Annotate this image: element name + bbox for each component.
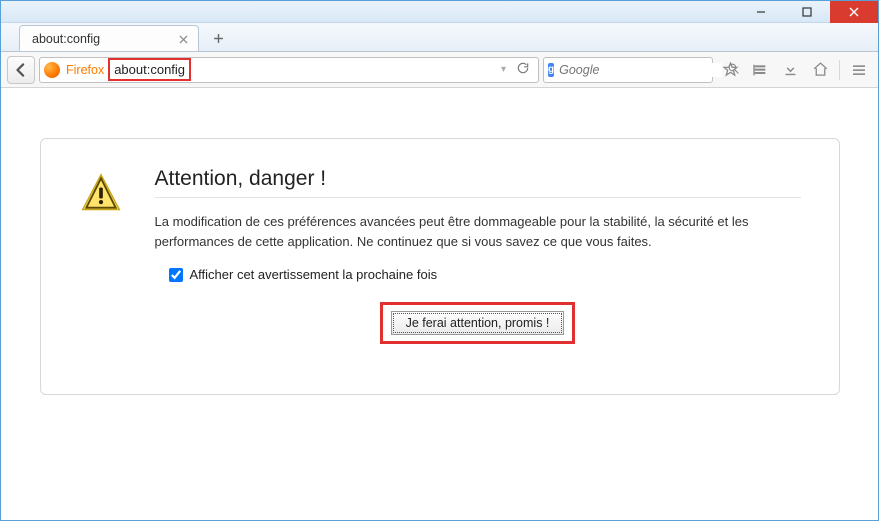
warning-panel: Attention, danger ! La modification de c… (40, 138, 840, 395)
google-search-engine-icon[interactable]: g (548, 63, 554, 77)
bookmark-star-button[interactable] (717, 57, 743, 83)
identity-label: Firefox (66, 63, 104, 77)
accept-risk-button[interactable]: Je ferai attention, promis ! (391, 311, 565, 335)
menu-button[interactable] (846, 57, 872, 83)
tab-close-icon[interactable] (176, 32, 190, 46)
search-bar[interactable]: g (543, 57, 713, 83)
window-close-button[interactable] (830, 1, 878, 23)
library-button[interactable] (747, 57, 773, 83)
new-tab-button[interactable] (205, 27, 231, 49)
show-warning-checkbox-label[interactable]: Afficher cet avertissement la prochaine … (190, 267, 438, 282)
url-text[interactable]: about:config (114, 62, 185, 77)
warning-text: La modification de ces préférences avanc… (155, 212, 801, 251)
warning-title: Attention, danger ! (155, 167, 801, 198)
show-warning-checkbox[interactable] (169, 268, 183, 282)
warning-body: Attention, danger ! La modification de c… (155, 167, 801, 344)
search-input[interactable] (559, 63, 722, 77)
window-minimize-button[interactable] (738, 1, 784, 23)
back-button[interactable] (7, 56, 35, 84)
url-bar[interactable]: Firefox about:config ▾ (39, 57, 539, 83)
browser-tab[interactable]: about:config (19, 25, 199, 51)
window-maximize-button[interactable] (784, 1, 830, 23)
toolbar-separator (839, 60, 840, 80)
tab-title: about:config (32, 32, 100, 46)
page-content: Attention, danger ! La modification de c… (1, 88, 878, 520)
warning-icon (79, 167, 127, 344)
home-button[interactable] (807, 57, 833, 83)
accept-button-highlight-annotation: Je ferai attention, promis ! (380, 302, 576, 344)
url-highlight-annotation: about:config (108, 58, 191, 81)
reload-button[interactable] (512, 61, 534, 78)
downloads-button[interactable] (777, 57, 803, 83)
urlbar-dropdown-icon[interactable]: ▾ (501, 64, 506, 75)
navigation-toolbar: Firefox about:config ▾ g (1, 52, 878, 88)
window-titlebar (1, 1, 878, 23)
tab-strip: about:config (1, 23, 878, 52)
show-warning-checkbox-row: Afficher cet avertissement la prochaine … (169, 267, 801, 282)
firefox-identity-icon (44, 62, 60, 78)
